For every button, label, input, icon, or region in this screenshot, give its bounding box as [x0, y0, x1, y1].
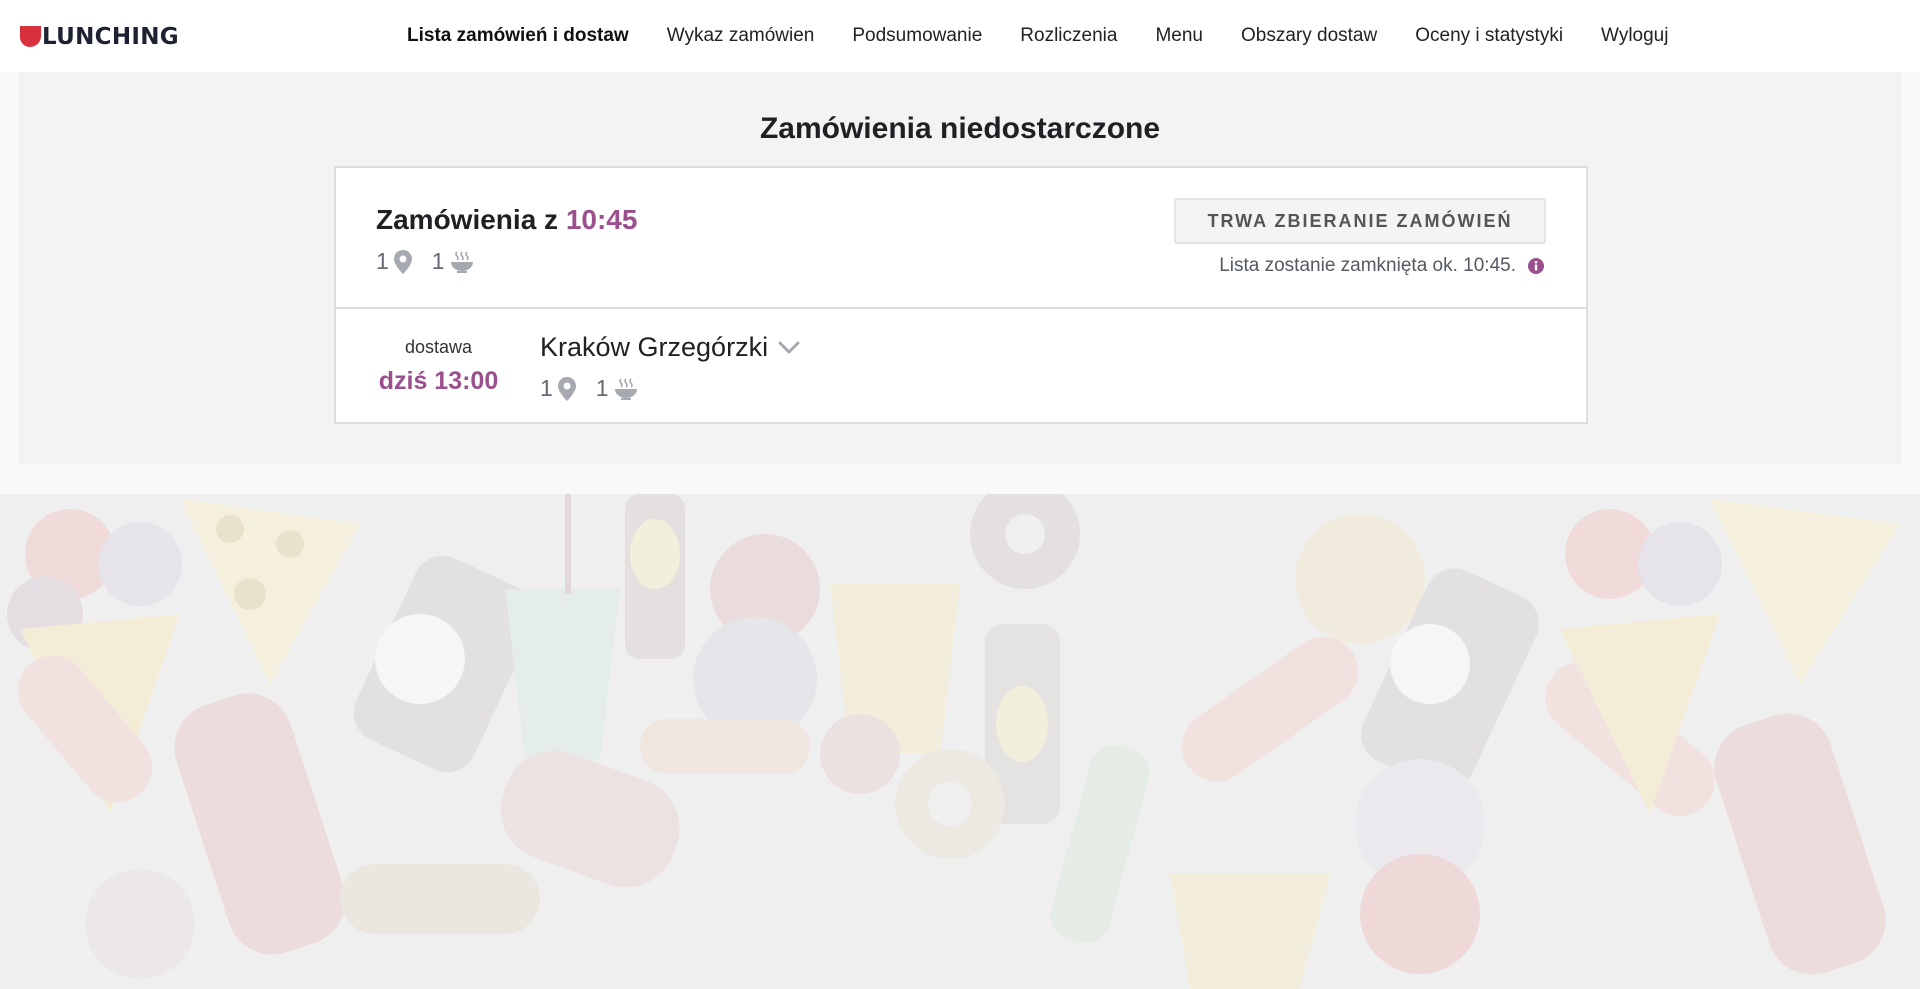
area-meals-count-value: 1	[595, 375, 609, 401]
nav-item-logout[interactable]: Wyloguj	[1601, 25, 1668, 47]
info-icon[interactable]	[1528, 258, 1544, 274]
chevron-down-icon[interactable]	[778, 341, 800, 355]
order-batch-card: Zamówienia z 10:45 1 1 TRWA ZBIERANIE ZA…	[334, 166, 1588, 424]
batch-counts: 1 1	[376, 248, 494, 275]
nav-item-summary[interactable]: Podsumowanie	[852, 25, 982, 47]
nav-item-menu[interactable]: Menu	[1155, 25, 1203, 47]
delivery-time: dziś 13:00	[378, 367, 499, 395]
area-counts: 1 1	[540, 375, 658, 402]
top-header: LUNCHING Lista zamówień i dostaw Wykaz z…	[0, 0, 1920, 72]
location-pin-icon	[393, 249, 412, 274]
food-pattern-background	[0, 494, 1920, 989]
delivery-row: dostawa dziś 13:00 Kraków Grzegórzki 1 1	[336, 311, 1586, 424]
list-close-note-text: Lista zostanie zamknięta ok. 10:45.	[1219, 255, 1516, 276]
location-pin-icon	[557, 376, 576, 401]
delivery-area-toggle[interactable]: Kraków Grzegórzki	[540, 332, 800, 363]
soup-bowl-icon	[450, 250, 473, 273]
nav-item-orders-deliveries[interactable]: Lista zamówień i dostaw	[407, 25, 629, 47]
nav-item-delivery-areas[interactable]: Obszary dostaw	[1241, 25, 1377, 47]
area-meals-count: 1	[596, 375, 638, 402]
nav-item-orders-list[interactable]: Wykaz zamówien	[667, 25, 815, 47]
content-area: Zamówienia niedostarczone Zamówienia z 1…	[0, 72, 1920, 494]
page-title: Zamówienia niedostarczone	[759, 112, 1161, 145]
area-locations-count: 1	[540, 375, 576, 402]
meals-count: 1	[432, 248, 474, 275]
batch-time: 10:45	[565, 204, 638, 235]
locations-count: 1	[376, 248, 412, 275]
logo-text: LUNCHING	[42, 24, 179, 50]
lunching-logo[interactable]: LUNCHING	[20, 24, 179, 50]
nav-item-ratings-stats[interactable]: Oceny i statystyki	[1415, 25, 1563, 47]
undelivered-orders-panel: Zamówienia niedostarczone Zamówienia z 1…	[19, 72, 1901, 464]
list-close-note: Lista zostanie zamknięta ok. 10:45.	[1219, 255, 1544, 277]
delivery-label: dostawa	[404, 337, 473, 357]
collecting-orders-status-button[interactable]: TRWA ZBIERANIE ZAMÓWIEŃ	[1174, 198, 1546, 244]
locations-count-value: 1	[376, 248, 389, 274]
logo-mark-icon	[20, 26, 41, 47]
delivery-area-name: Kraków Grzegórzki	[540, 332, 769, 362]
meals-count-value: 1	[431, 248, 445, 274]
main-navigation: Lista zamówień i dostaw Wykaz zamówien P…	[388, 0, 1687, 72]
area-locations-count-value: 1	[540, 375, 553, 401]
batch-title: Zamówienia z 10:45	[376, 204, 637, 236]
nav-item-settlements[interactable]: Rozliczenia	[1020, 25, 1117, 47]
soup-bowl-icon	[614, 377, 637, 400]
batch-header: Zamówienia z 10:45 1 1 TRWA ZBIERANIE ZA…	[336, 168, 1586, 309]
batch-title-prefix: Zamówienia z	[376, 204, 559, 235]
